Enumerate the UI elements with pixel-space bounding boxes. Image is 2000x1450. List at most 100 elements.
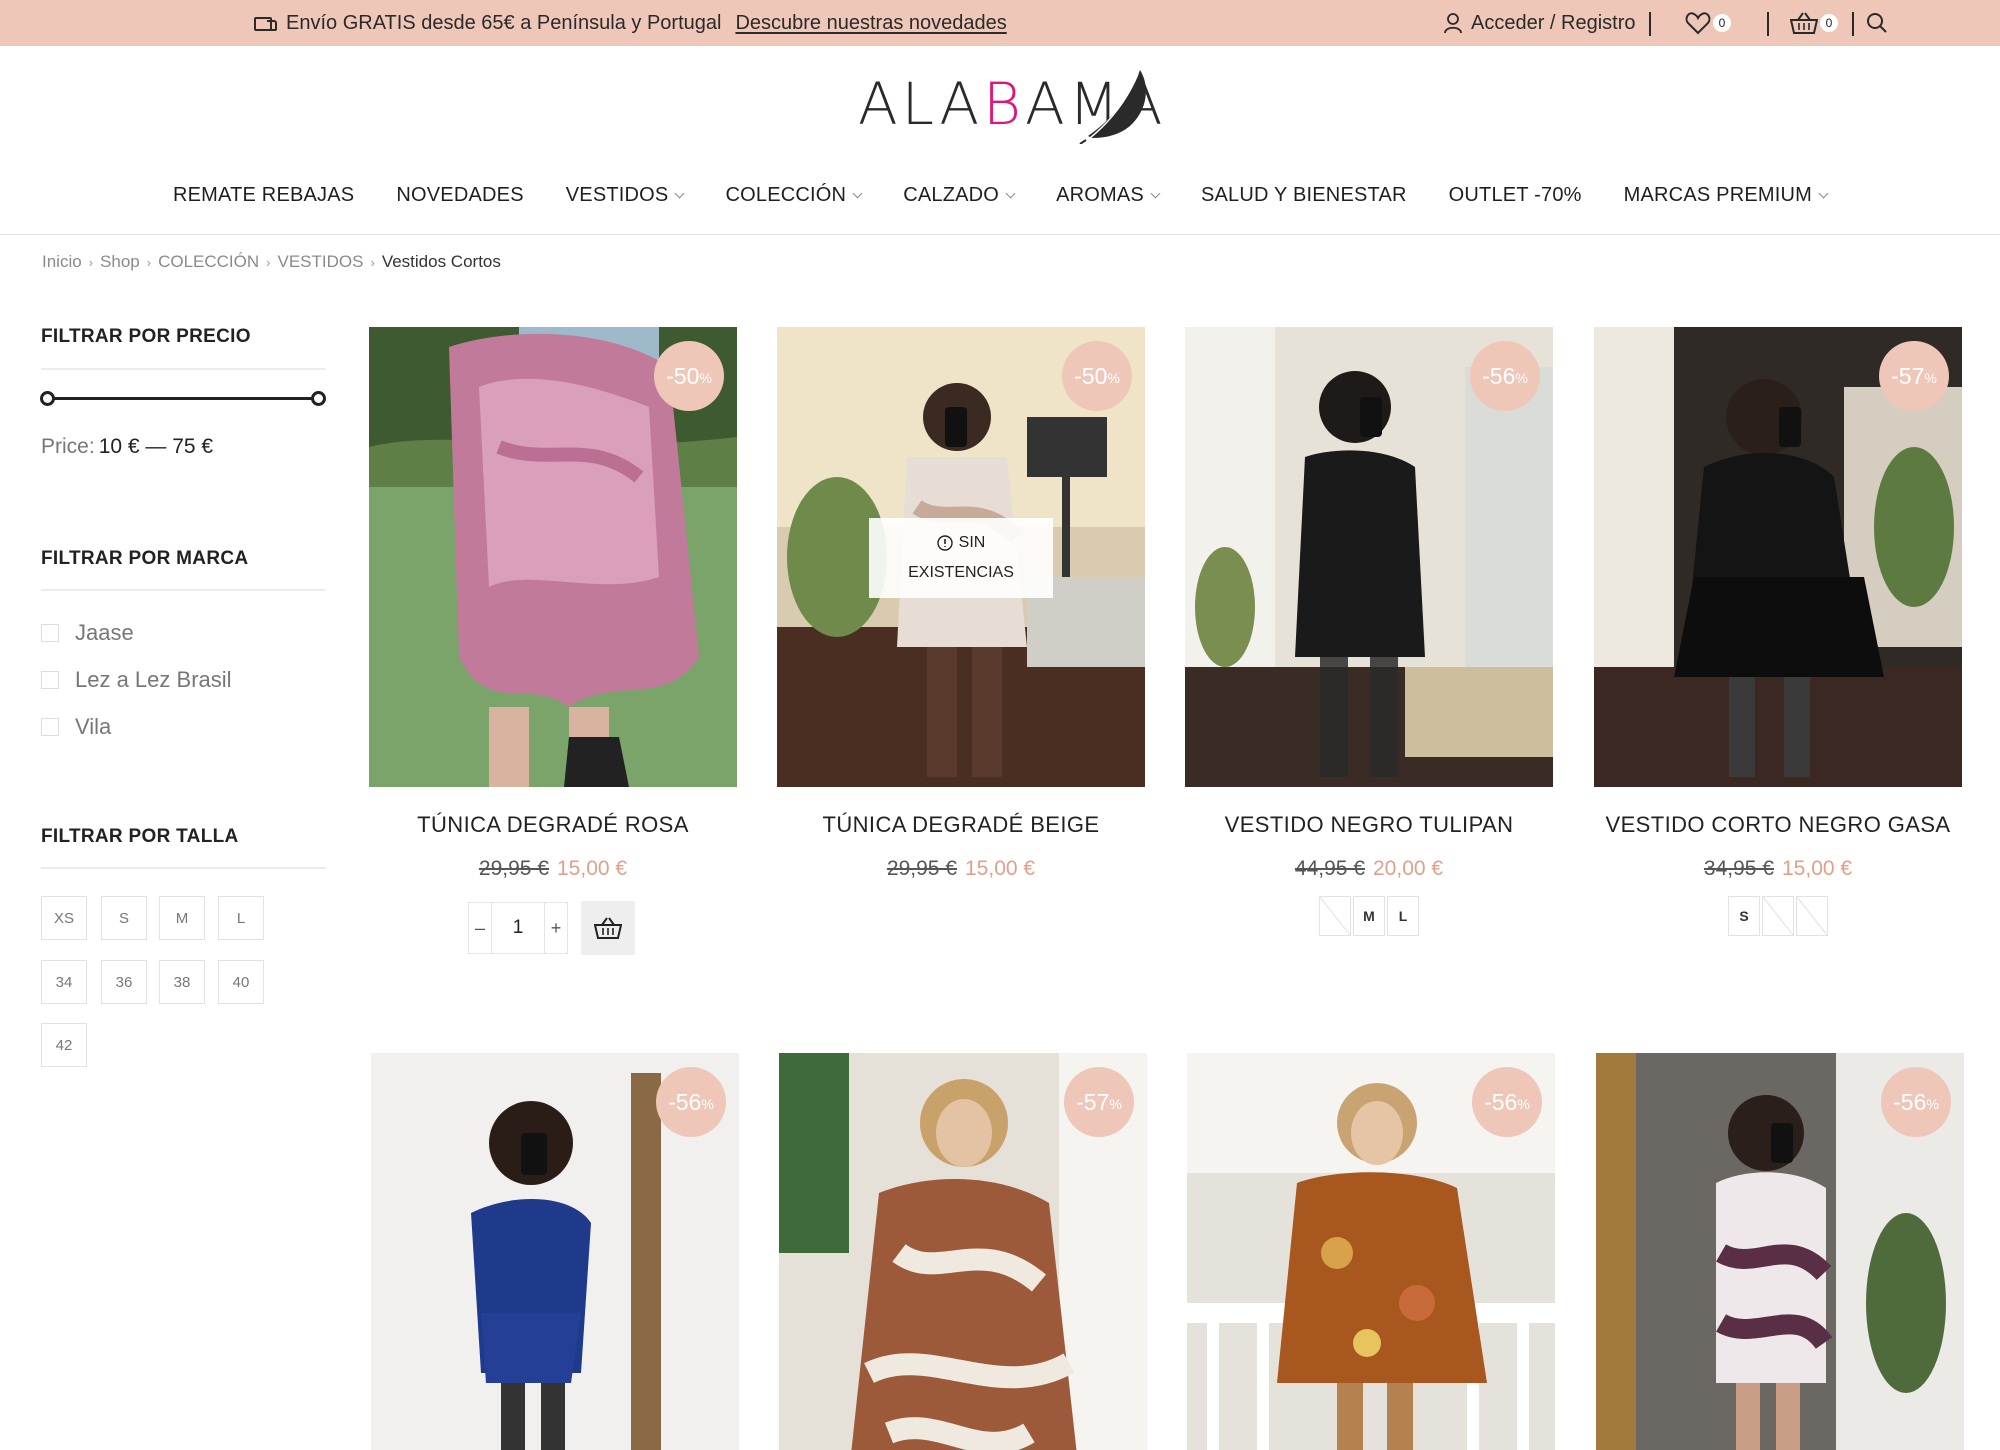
decrease-quantity-button[interactable]: – bbox=[468, 902, 492, 954]
nav-item-label: AROMAS bbox=[1056, 183, 1144, 206]
product-name[interactable]: TÚNICA DEGRADÉ BEIGE bbox=[777, 812, 1145, 838]
size-filter-s[interactable]: S bbox=[101, 896, 147, 940]
feather-icon bbox=[1079, 70, 1146, 144]
size-option-m[interactable]: M bbox=[1353, 896, 1385, 936]
size-filter-36[interactable]: 36 bbox=[101, 960, 147, 1004]
nav-item-novedades[interactable]: NOVEDADES bbox=[396, 184, 523, 207]
price-slider-min-handle[interactable] bbox=[40, 391, 55, 406]
nav-item-label: CALZADO bbox=[903, 183, 1000, 206]
basket-icon bbox=[594, 917, 622, 939]
brand-filter-option[interactable]: Lez a Lez Brasil bbox=[41, 667, 232, 693]
nav-item-aromas[interactable]: AROMAS bbox=[1056, 183, 1161, 207]
size-filter-xs[interactable]: XS bbox=[41, 896, 87, 940]
sale-price: 15,00 € bbox=[965, 857, 1036, 880]
nav-item-marcas-premium[interactable]: MARCAS PREMIUM bbox=[1623, 183, 1829, 207]
nav-item-label: NOVEDADES bbox=[396, 183, 524, 206]
search-icon bbox=[1867, 13, 1887, 33]
price-slider-max-handle[interactable] bbox=[311, 391, 326, 406]
brand-filter-option[interactable]: Vila bbox=[41, 714, 111, 740]
nav-item-remate-rebajas[interactable]: REMATE REBAJAS bbox=[173, 184, 354, 207]
product-name[interactable]: VESTIDO CORTO NEGRO GASA bbox=[1594, 812, 1962, 838]
chevron-down-icon bbox=[675, 188, 685, 198]
product-price: 29,95 € 15,00 € bbox=[369, 857, 737, 881]
cart-button[interactable]: 0 bbox=[1790, 0, 1838, 46]
original-price: 29,95 € bbox=[478, 857, 549, 880]
size-filter-l[interactable]: L bbox=[218, 896, 264, 940]
site-logo[interactable]: ALABAMA bbox=[858, 62, 1162, 144]
checkbox[interactable] bbox=[41, 718, 59, 736]
increase-quantity-button[interactable]: + bbox=[544, 902, 568, 954]
divider bbox=[41, 867, 326, 869]
original-price: 44,95 € bbox=[1294, 857, 1365, 880]
discount-value: -57 bbox=[1891, 362, 1925, 389]
price-slider-track[interactable] bbox=[47, 397, 320, 400]
original-price: 29,95 € bbox=[886, 857, 957, 880]
add-to-cart-button[interactable] bbox=[581, 901, 635, 955]
brand-filter-option[interactable]: Jaase bbox=[41, 620, 134, 646]
breadcrumb-link[interactable]: Shop bbox=[100, 252, 140, 272]
promo-text: Envío GRATIS desde 65€ a Península y Por… bbox=[286, 11, 722, 34]
wishlist-count: 0 bbox=[1713, 14, 1731, 32]
wishlist-button[interactable]: 0 bbox=[1685, 0, 1731, 46]
size-option-l[interactable]: L bbox=[1387, 896, 1419, 936]
size-filter-42[interactable]: 42 bbox=[41, 1023, 87, 1067]
discount-value: -56 bbox=[668, 1088, 702, 1115]
percent-sign: % bbox=[1926, 1096, 1939, 1112]
breadcrumb-link[interactable]: COLECCIÓN bbox=[158, 252, 259, 272]
percent-sign: % bbox=[701, 1096, 714, 1112]
price-filter-title: FILTRAR POR PRECIO bbox=[41, 326, 251, 347]
nav-item-salud-y-bienestar[interactable]: SALUD Y BIENESTAR bbox=[1201, 184, 1407, 207]
nav-item-calzado[interactable]: CALZADO bbox=[903, 183, 1016, 207]
checkbox[interactable] bbox=[41, 624, 59, 642]
divider bbox=[41, 589, 326, 591]
chevron-right-icon: › bbox=[88, 254, 94, 270]
account-link[interactable]: Acceder / Registro bbox=[1443, 0, 1636, 46]
nav-item-vestidos[interactable]: VESTIDOS bbox=[565, 183, 685, 207]
breadcrumb-link[interactable]: Inicio bbox=[42, 252, 82, 272]
nav-item-label: VESTIDOS bbox=[565, 183, 669, 206]
search-button[interactable] bbox=[1866, 0, 1888, 46]
discount-badge: -50% bbox=[654, 341, 724, 411]
divider bbox=[1767, 12, 1769, 36]
out-of-stock-label: SIN EXISTENCIAS bbox=[869, 518, 1053, 598]
discount-badge: -56% bbox=[1881, 1067, 1951, 1137]
brand-label: Vila bbox=[75, 714, 112, 739]
main-navigation: REMATE REBAJAS NOVEDADES VESTIDOS COLECCIÓN… bbox=[0, 172, 2000, 218]
quantity-input[interactable]: 1 bbox=[492, 902, 544, 954]
size-filter-40[interactable]: 40 bbox=[218, 960, 264, 1004]
quantity-stepper[interactable]: –1 + bbox=[468, 902, 568, 954]
sale-price: 15,00 € bbox=[557, 857, 628, 880]
size-filter-38[interactable]: 38 bbox=[159, 960, 205, 1004]
out-of-stock-line: EXISTENCIAS bbox=[908, 564, 1014, 581]
discount-badge: -56% bbox=[1470, 341, 1540, 411]
checkbox[interactable] bbox=[41, 671, 59, 689]
nav-item-colecci-n[interactable]: COLECCIÓN bbox=[725, 183, 863, 207]
nav-item-outlet-70-[interactable]: OUTLET -70% bbox=[1449, 184, 1582, 207]
chevron-down-icon bbox=[1818, 188, 1829, 198]
discount-badge: -56% bbox=[1472, 1067, 1542, 1137]
breadcrumb: Inicio › Shop › COLECCIÓN › VESTIDOS › Vestidos … bbox=[42, 252, 501, 272]
breadcrumb-current: Vestidos Cortos bbox=[381, 252, 501, 271]
size-filter-34[interactable]: 34 bbox=[41, 960, 87, 1004]
nav-item-label: MARCAS PREMIUM bbox=[1623, 183, 1813, 206]
original-price: 34,95 € bbox=[1703, 857, 1774, 880]
nav-item-label: SALUD Y BIENESTAR bbox=[1200, 183, 1407, 206]
nav-item-label: COLECCIÓN bbox=[725, 183, 847, 206]
header-divider bbox=[0, 234, 2000, 235]
brand-label: Jaase bbox=[75, 620, 134, 645]
size-option-s[interactable]: S bbox=[1728, 896, 1760, 936]
size-option-unavailable bbox=[1762, 896, 1794, 936]
breadcrumb-link[interactable]: VESTIDOS bbox=[278, 252, 364, 272]
size-filter-m[interactable]: M bbox=[159, 896, 205, 940]
product-price: 29,95 € 15,00 € bbox=[777, 857, 1145, 881]
brand-filter-title: FILTRAR POR MARCA bbox=[41, 548, 249, 569]
size-option-unavailable bbox=[1796, 896, 1828, 936]
promo-link[interactable]: Descubre nuestras novedades bbox=[735, 12, 1006, 35]
price-range-readout: Price: 10 € — 75 € bbox=[41, 435, 214, 458]
heart-icon bbox=[1685, 12, 1711, 35]
nav-item-label: OUTLET -70% bbox=[1448, 183, 1582, 206]
account-label: Acceder / Registro bbox=[1471, 11, 1636, 34]
percent-sign: % bbox=[1924, 370, 1937, 386]
product-name[interactable]: TÚNICA DEGRADÉ ROSA bbox=[369, 812, 737, 838]
product-name[interactable]: VESTIDO NEGRO TULIPAN bbox=[1185, 812, 1553, 838]
